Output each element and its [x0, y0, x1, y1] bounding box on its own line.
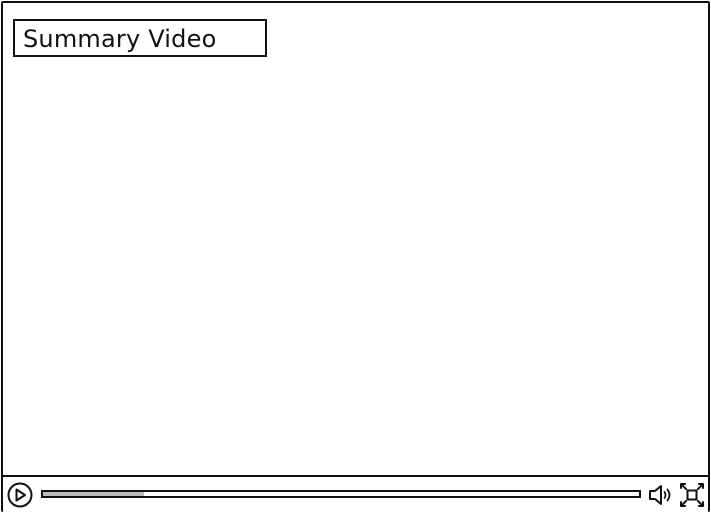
progress-bar[interactable]	[41, 490, 641, 498]
video-title: Summary Video	[23, 25, 217, 53]
play-button[interactable]	[7, 482, 33, 508]
fullscreen-icon	[680, 483, 704, 507]
video-title-box: Summary Video	[13, 19, 267, 57]
progress-fill	[43, 492, 145, 496]
video-player[interactable]: Summary Video	[1, 1, 710, 512]
fullscreen-button[interactable]	[679, 482, 705, 508]
player-controls-bar	[3, 475, 708, 512]
play-icon	[7, 482, 33, 508]
volume-icon	[649, 485, 671, 505]
volume-button[interactable]	[648, 483, 674, 507]
